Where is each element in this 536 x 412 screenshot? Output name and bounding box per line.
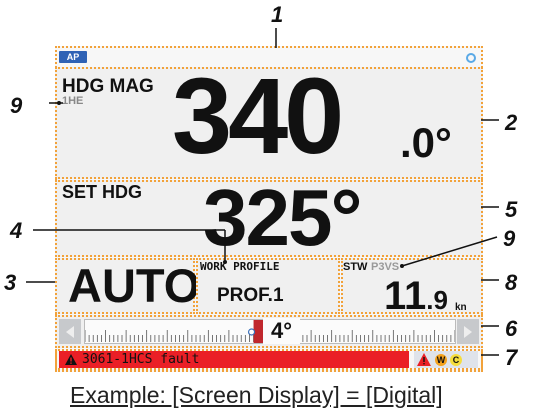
callout-6: 6 <box>505 316 518 341</box>
callout-8: 8 <box>505 270 518 295</box>
callout-lines <box>26 28 499 356</box>
callout-7: 7 <box>505 345 518 370</box>
callout-4: 4 <box>10 218 23 243</box>
callout-5: 5 <box>505 197 518 222</box>
callout-2: 2 <box>505 110 518 135</box>
callout-9-right: 9 <box>503 226 516 251</box>
callout-9-left: 9 <box>10 93 23 118</box>
callout-3: 3 <box>4 270 17 295</box>
callout-1: 1 <box>271 2 284 27</box>
caption: Example: [Screen Display] = [Digital] <box>70 382 443 408</box>
